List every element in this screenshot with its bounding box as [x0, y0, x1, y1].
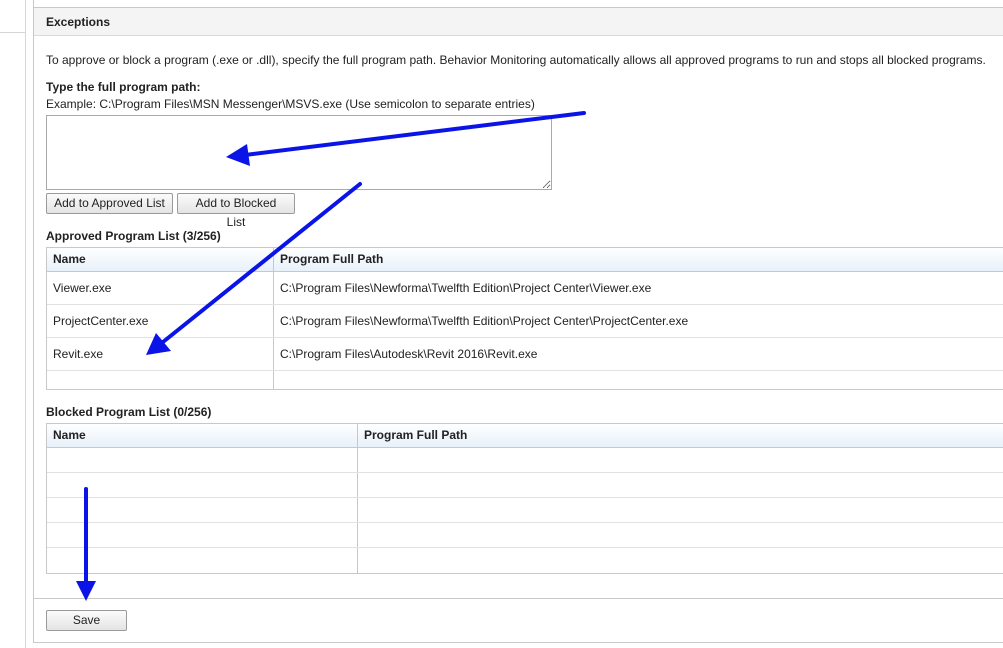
empty-cell — [47, 473, 357, 497]
empty-cell — [273, 371, 1003, 390]
section-title: Exceptions — [34, 8, 1003, 36]
exceptions-description: To approve or block a program (.exe or .… — [46, 53, 986, 67]
column-header-path[interactable]: Program Full Path — [273, 248, 1003, 271]
exceptions-panel: Exceptions To approve or block a program… — [33, 0, 1003, 643]
add-to-approved-list-button[interactable]: Add to Approved List — [46, 193, 173, 214]
program-path-cell: C:\Program Files\Newforma\Twelfth Editio… — [273, 272, 1003, 304]
empty-cell — [47, 498, 357, 522]
table-row-empty — [47, 371, 1003, 390]
column-header-path[interactable]: Program Full Path — [357, 424, 1003, 447]
blocked-table-header: Name Program Full Path — [47, 424, 1003, 448]
blocked-list-title: Blocked Program List (0/256) — [46, 405, 211, 419]
blocked-list-count: (0/256) — [173, 405, 212, 419]
program-name-cell: ProjectCenter.exe — [53, 314, 149, 328]
empty-cell — [47, 371, 273, 390]
empty-cell — [47, 448, 357, 472]
column-header-name[interactable]: Name — [47, 248, 273, 271]
table-row-empty — [47, 498, 1003, 523]
table-row[interactable]: Revit.exe C:\Program Files\Autodesk\Revi… — [47, 338, 1003, 371]
approved-list-title-text: Approved Program List — [46, 229, 180, 243]
table-row[interactable]: ProjectCenter.exe C:\Program Files\Newfo… — [47, 305, 1003, 338]
table-row-empty — [47, 448, 1003, 473]
table-row-empty — [47, 523, 1003, 548]
empty-cell — [357, 548, 1003, 573]
add-to-blocked-list-button[interactable]: Add to Blocked List — [177, 193, 295, 229]
approved-table-header: Name Program Full Path — [47, 248, 1003, 272]
table-row-empty — [47, 473, 1003, 498]
program-path-cell: C:\Program Files\Autodesk\Revit 2016\Rev… — [273, 338, 1003, 370]
empty-cell — [47, 548, 357, 573]
table-row[interactable]: Viewer.exe C:\Program Files\Newforma\Twe… — [47, 272, 1003, 305]
program-path-input[interactable] — [46, 115, 552, 190]
table-row-empty — [47, 548, 1003, 573]
left-gutter — [0, 0, 26, 648]
save-button[interactable]: Save — [46, 610, 127, 631]
gutter-divider — [0, 32, 25, 33]
empty-cell — [357, 473, 1003, 497]
blocked-list-title-text: Blocked Program List — [46, 405, 171, 419]
footer-divider — [34, 598, 1003, 599]
empty-cell — [357, 498, 1003, 522]
program-name-cell: Viewer.exe — [53, 281, 112, 295]
empty-cell — [357, 523, 1003, 547]
program-name-cell: Revit.exe — [53, 347, 104, 361]
approved-list-title: Approved Program List (3/256) — [46, 229, 221, 243]
approved-list-count: (3/256) — [182, 229, 221, 243]
panel-top-rule — [34, 0, 1003, 8]
path-example-text: Example: C:\Program Files\MSN Messenger\… — [46, 97, 535, 111]
empty-cell — [47, 523, 357, 547]
program-path-cell: C:\Program Files\Newforma\Twelfth Editio… — [273, 305, 1003, 337]
path-input-label: Type the full program path: — [46, 80, 201, 94]
blocked-program-table: Name Program Full Path — [46, 423, 1003, 574]
empty-cell — [357, 448, 1003, 472]
column-header-name[interactable]: Name — [47, 424, 357, 447]
approved-program-table: Name Program Full Path Viewer.exe C:\Pro… — [46, 247, 1003, 390]
